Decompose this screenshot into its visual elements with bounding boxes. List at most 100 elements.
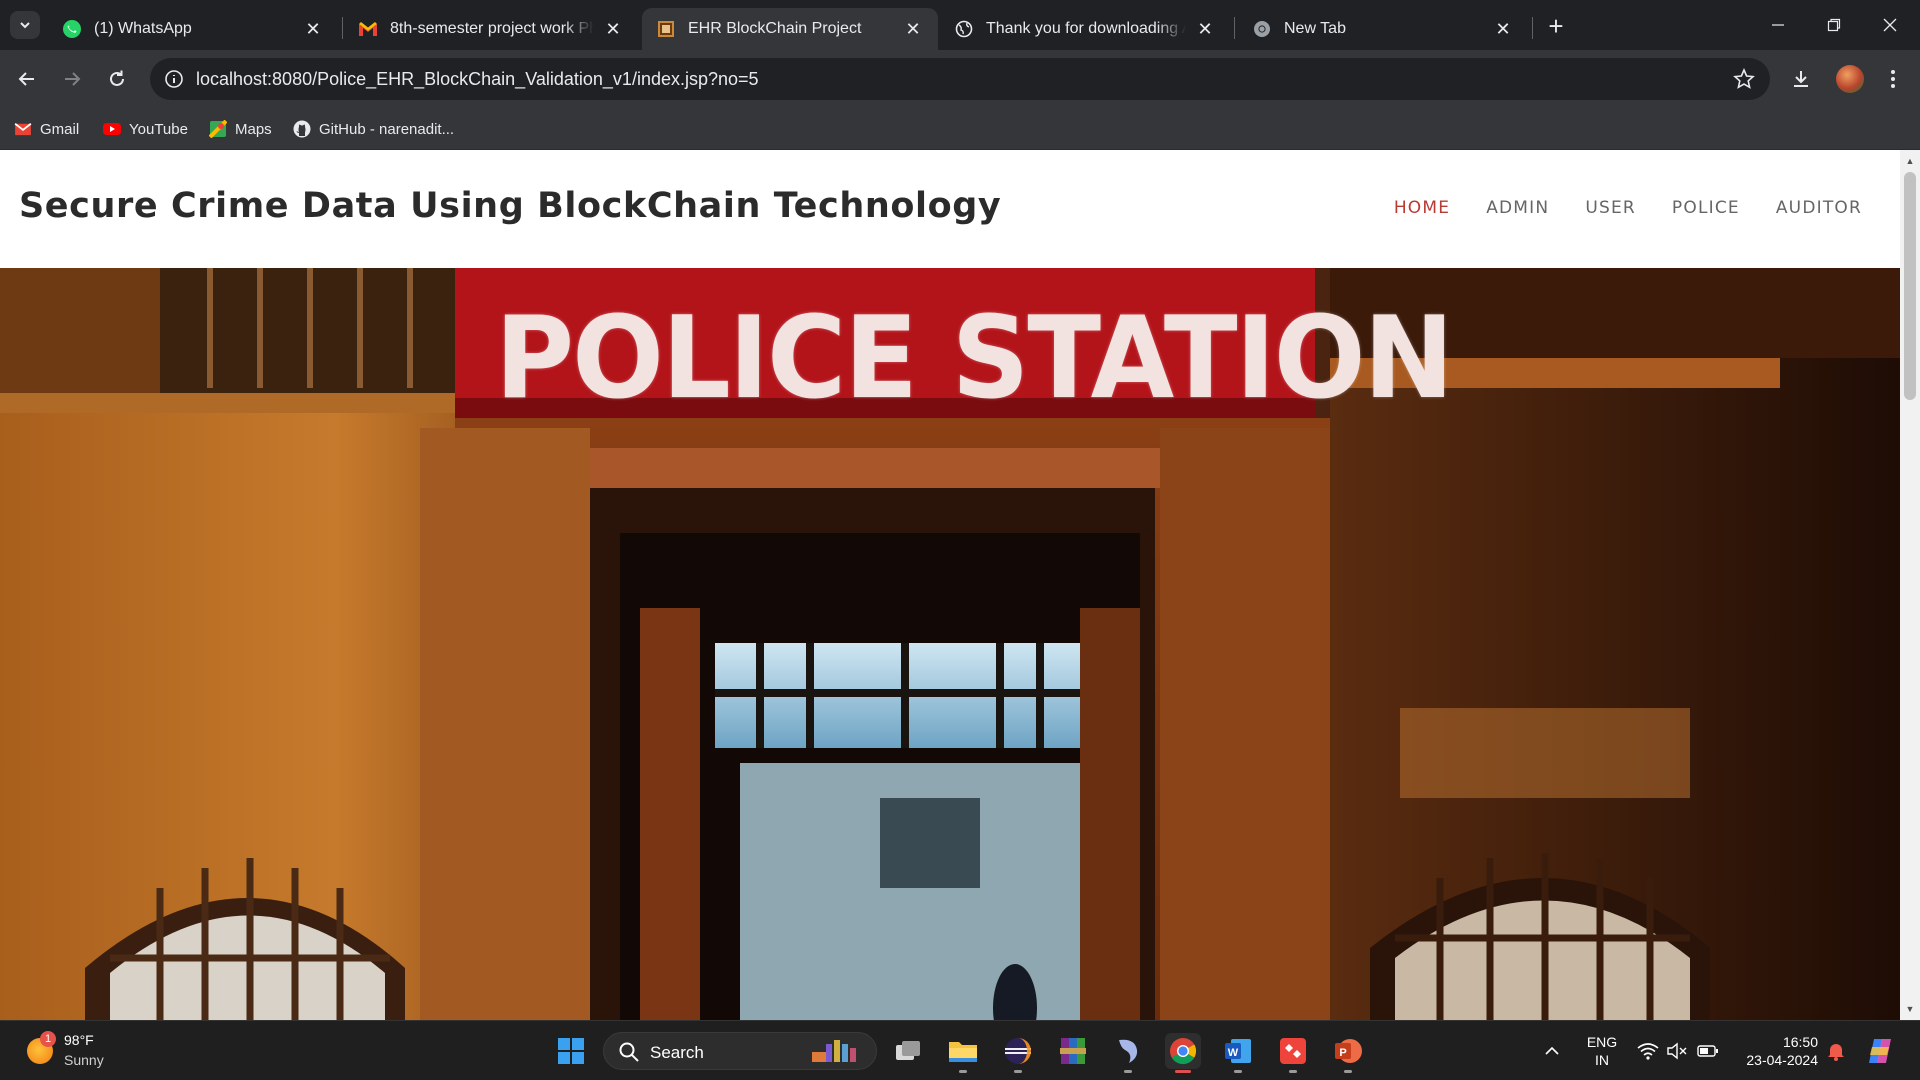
minimize-icon [1772, 24, 1784, 26]
taskbar-search-box[interactable]: Search [603, 1032, 877, 1070]
anydesk-button[interactable] [1275, 1033, 1311, 1073]
bookmark-star-icon[interactable] [1732, 67, 1756, 91]
bookmark-gmail[interactable]: Gmail [14, 117, 79, 141]
bell-icon [1828, 1044, 1844, 1061]
wifi-icon [1637, 1043, 1659, 1060]
new-tab-button[interactable]: + [1540, 11, 1572, 41]
github-icon [293, 120, 311, 138]
windows-logo-icon [558, 1038, 584, 1064]
site-title: Secure Crime Data Using BlockChain Techn… [19, 186, 1002, 226]
running-indicator [1014, 1070, 1022, 1073]
menu-button[interactable] [1876, 62, 1910, 96]
dolphin-icon [1119, 1039, 1138, 1063]
bookmark-youtube[interactable]: YouTube [103, 117, 188, 141]
powerpoint-button[interactable]: P [1330, 1033, 1366, 1073]
tab-thank-you[interactable]: Thank you for downloading Ar ✕ [940, 8, 1230, 50]
clock-time: 16:50 [1782, 1034, 1818, 1050]
battery-icon [1697, 1045, 1718, 1057]
scrollbar-thumb[interactable] [1904, 172, 1916, 400]
address-bar[interactable]: localhost:8080/Police_EHR_BlockChain_Val… [150, 58, 1770, 100]
language-region: IN [1595, 1052, 1609, 1068]
gmail-icon [14, 120, 32, 138]
bookmark-label: Maps [235, 120, 272, 138]
bookmark-label: GitHub - narenadit... [319, 120, 455, 138]
downloads-button[interactable] [1784, 62, 1818, 96]
volume-muted-icon [1667, 1042, 1687, 1060]
minimize-button[interactable] [1750, 0, 1806, 50]
reload-button[interactable] [100, 62, 134, 96]
close-icon[interactable]: ✕ [902, 18, 924, 40]
tab-separator [342, 17, 343, 39]
close-icon[interactable]: ✕ [1194, 18, 1216, 40]
bookmark-github[interactable]: GitHub - narenadit... [293, 117, 454, 141]
close-icon[interactable]: ✕ [602, 18, 624, 40]
input-language-indicator[interactable]: ENG IN [1580, 1033, 1624, 1069]
page-scrollbar[interactable]: ▲ ▼ [1900, 150, 1920, 1020]
forward-button[interactable] [55, 62, 89, 96]
reload-icon [110, 70, 124, 86]
tab-ehr-blockchain[interactable]: EHR BlockChain Project ✕ [642, 8, 938, 50]
nav-home-link[interactable]: HOME [1376, 198, 1468, 218]
scroll-up-arrow-icon[interactable]: ▲ [1900, 152, 1920, 170]
hero-sign-text: POLICE STATION [495, 292, 1454, 425]
mysql-workbench-button[interactable] [1110, 1033, 1146, 1073]
chrome-icon [1170, 1038, 1197, 1065]
word-button[interactable]: W [1220, 1033, 1256, 1073]
system-clock[interactable]: 16:50 23-04-2024 [1732, 1033, 1818, 1069]
tab-title: 8th-semester project work Pha [390, 20, 594, 37]
file-explorer-button[interactable] [945, 1033, 981, 1073]
eclipse-icon [1005, 1038, 1031, 1064]
windows-taskbar: 1 98°F Sunny Search W P ENG IN 16:50 23-… [0, 1020, 1920, 1080]
close-icon[interactable]: ✕ [1492, 18, 1514, 40]
chevron-up-icon [1545, 1046, 1559, 1055]
show-hidden-icons-button[interactable] [1538, 1021, 1566, 1080]
back-button[interactable] [10, 62, 44, 96]
weather-condition: Sunny [64, 1052, 104, 1068]
bookmarks-bar: Gmail YouTube Maps GitHub - narenadit... [0, 108, 1920, 150]
eclipse-button[interactable] [1000, 1033, 1036, 1073]
tab-search-button[interactable] [10, 11, 40, 39]
running-indicator [1289, 1070, 1297, 1073]
nav-auditor-link[interactable]: AUDITOR [1758, 198, 1880, 218]
task-view-button[interactable] [890, 1033, 926, 1069]
gmail-icon [358, 19, 378, 39]
close-icon[interactable]: ✕ [302, 18, 324, 40]
folder-icon [949, 1042, 977, 1062]
more-vertical-icon [1891, 70, 1895, 88]
page-viewport: Secure Crime Data Using BlockChain Techn… [0, 150, 1920, 1020]
arrow-left-icon [18, 72, 34, 86]
svg-text:W: W [1228, 1047, 1239, 1059]
site-favicon-icon [656, 19, 676, 39]
restore-button[interactable] [1806, 0, 1862, 50]
wifi-status[interactable] [1634, 1021, 1662, 1080]
search-highlight-icon [812, 1040, 856, 1062]
chrome-button[interactable] [1165, 1033, 1201, 1073]
chrome-icon [1252, 19, 1272, 39]
running-indicator [1124, 1070, 1132, 1073]
start-button[interactable] [553, 1033, 589, 1069]
winrar-button[interactable] [1055, 1033, 1091, 1069]
battery-status[interactable] [1694, 1021, 1722, 1080]
tab-gmail[interactable]: 8th-semester project work Pha ✕ [344, 8, 638, 50]
copilot-button[interactable] [1862, 1021, 1898, 1080]
tab-title: Thank you for downloading Ar [986, 20, 1186, 37]
notifications-button[interactable] [1822, 1021, 1850, 1080]
tab-new-tab[interactable]: New Tab ✕ [1238, 8, 1528, 50]
volume-status[interactable] [1664, 1021, 1690, 1080]
nav-user-link[interactable]: USER [1567, 198, 1654, 218]
url-text[interactable]: localhost:8080/Police_EHR_BlockChain_Val… [196, 69, 759, 90]
window-close-button[interactable] [1862, 0, 1918, 50]
notification-badge: 1 [40, 1031, 56, 1047]
nav-admin-link[interactable]: ADMIN [1468, 198, 1567, 218]
whatsapp-icon [62, 19, 82, 39]
tab-strip: (1) WhatsApp ✕ 8th-semester project work… [0, 0, 1920, 50]
site-info-icon[interactable] [162, 67, 186, 91]
profile-avatar[interactable] [1836, 65, 1864, 93]
bookmark-maps[interactable]: Maps [209, 117, 272, 141]
anydesk-icon [1280, 1038, 1306, 1064]
bookmark-label: Gmail [40, 120, 80, 138]
search-icon [619, 1042, 639, 1062]
scroll-down-arrow-icon[interactable]: ▼ [1900, 1000, 1920, 1018]
tab-whatsapp[interactable]: (1) WhatsApp ✕ [48, 8, 338, 50]
nav-police-link[interactable]: POLICE [1654, 198, 1758, 218]
